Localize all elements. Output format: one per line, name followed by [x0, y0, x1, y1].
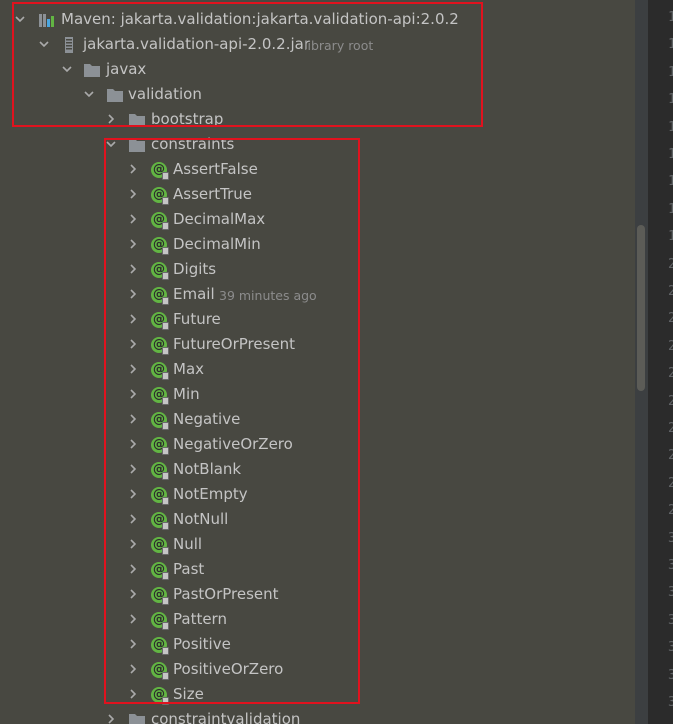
- line-number: 3: [668, 585, 673, 601]
- highlight-box-package-path: [12, 2, 483, 127]
- editor-line-gutter: 1 1 1 1 1 1 1 1 1 2 2 2 2 2 2 2 2 2 2 3 3 3 3 3 3 3: [648, 0, 673, 724]
- constraintvalidation-label: constraintvalidation: [151, 710, 301, 724]
- line-number: 3: [668, 558, 673, 573]
- line-number: 1: [668, 229, 673, 245]
- line-number: 2: [668, 366, 673, 382]
- line-number: 1: [668, 147, 673, 162]
- line-number: 1: [668, 92, 673, 108]
- line-number: 2: [668, 475, 673, 491]
- line-number: 2: [668, 256, 673, 272]
- line-number: 1: [668, 10, 673, 25]
- line-number: 1: [668, 37, 673, 53]
- chevron-right-icon[interactable]: [104, 710, 118, 724]
- line-number: 1: [668, 201, 673, 217]
- line-number: 2: [668, 503, 673, 519]
- project-tree-panel: Maven: jakarta.validation:jakarta.valida…: [0, 0, 635, 724]
- line-number: 3: [668, 640, 673, 656]
- line-number: 1: [668, 64, 673, 80]
- line-number: 1: [668, 119, 673, 135]
- line-number: 2: [668, 421, 673, 436]
- highlight-box-constraints: [104, 138, 360, 704]
- line-number: 3: [668, 695, 673, 710]
- line-number: 3: [668, 530, 673, 546]
- line-number: 2: [668, 448, 673, 464]
- line-number: 1: [668, 174, 673, 190]
- line-number: 3: [668, 612, 673, 628]
- line-number: 2: [668, 393, 673, 409]
- folder-icon: [128, 711, 146, 724]
- line-number: 2: [668, 311, 673, 327]
- line-number: 2: [668, 284, 673, 299]
- line-number: 3: [668, 667, 673, 683]
- line-number: 2: [668, 338, 673, 354]
- tree-row-constraintvalidation[interactable]: constraintvalidation: [0, 707, 635, 724]
- vertical-scrollbar-thumb[interactable]: [637, 225, 645, 391]
